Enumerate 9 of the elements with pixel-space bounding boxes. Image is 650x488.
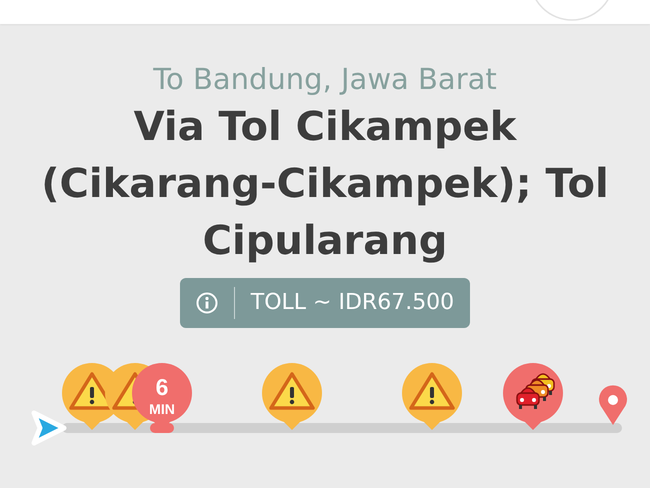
toll-price: TOLL ~ IDR67.500 — [250, 289, 454, 318]
destination-pin-icon — [599, 385, 627, 425]
info-icon — [196, 292, 218, 314]
hazard-marker-icon — [262, 362, 322, 430]
route-name: Via Tol Cikampek (Cikarang-Cikampek); Tol Cipularang — [40, 102, 610, 266]
destination-text: To Bandung, Jawa Barat — [152, 62, 498, 97]
navigation-arrow-icon — [32, 410, 66, 446]
traffic-marker-icon — [503, 362, 563, 430]
hazard-marker-icon — [402, 362, 462, 430]
